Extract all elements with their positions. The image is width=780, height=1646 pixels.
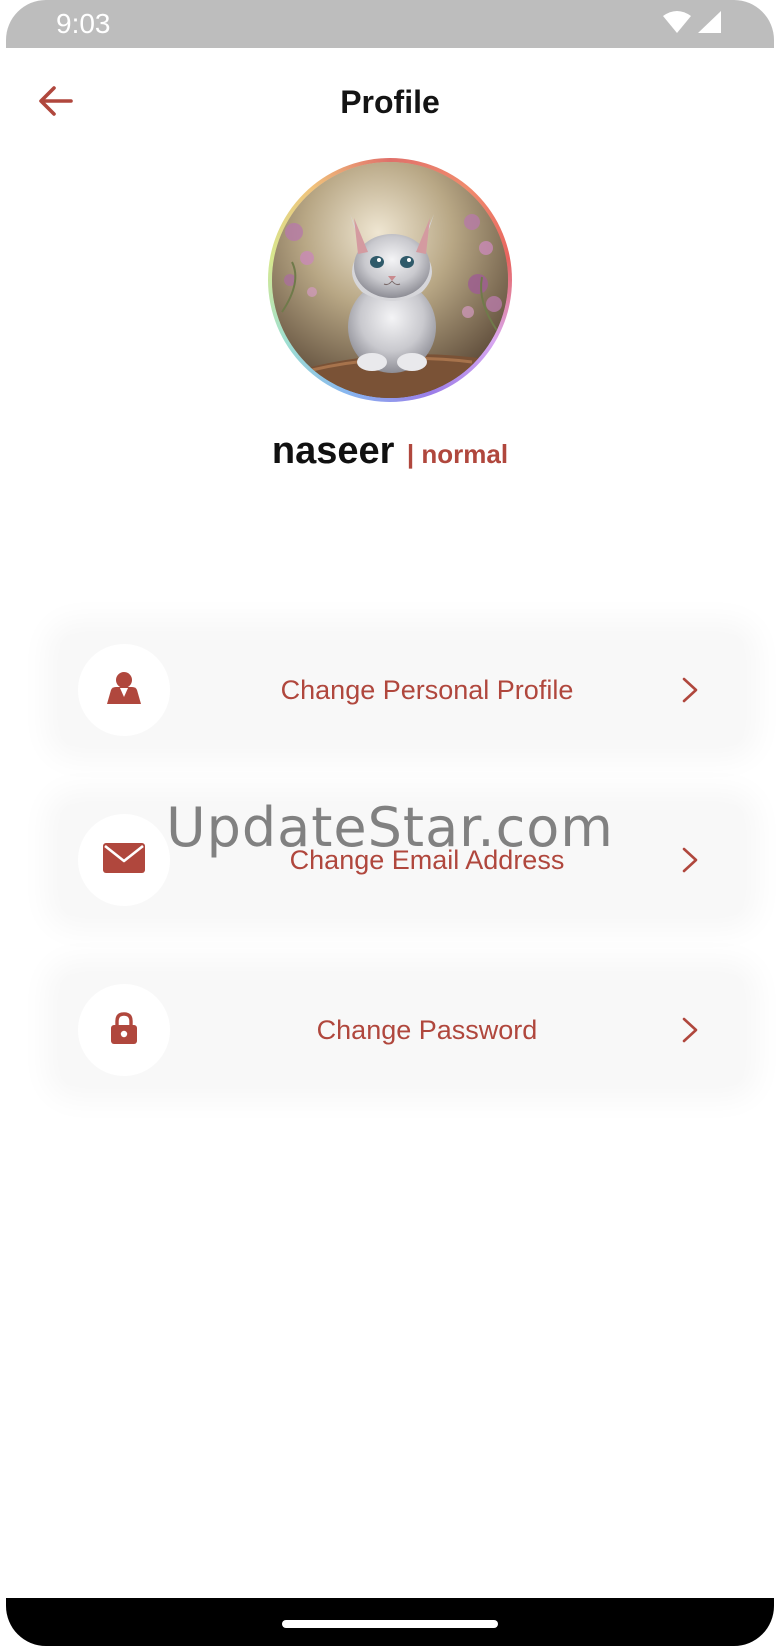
- lock-icon: [110, 1011, 138, 1050]
- profile-name-row: naseer | normal: [0, 430, 780, 473]
- chevron-right-icon: [678, 1014, 702, 1046]
- option-label: Change Password: [316, 1014, 538, 1045]
- chevron-right-icon: [678, 844, 702, 876]
- app-bar: Profile: [0, 60, 780, 146]
- kitten-illustration: [272, 162, 508, 398]
- user-role: | normal: [406, 439, 509, 469]
- page-title: Profile: [340, 84, 440, 120]
- mail-icon: [102, 842, 146, 879]
- option-icon-container: [78, 814, 170, 906]
- avatar[interactable]: [272, 162, 508, 398]
- chevron-right-icon: [678, 674, 702, 706]
- option-icon-container: [78, 644, 170, 736]
- user-name: naseer: [271, 430, 395, 472]
- wifi-icon: [662, 10, 692, 39]
- home-handle[interactable]: [282, 1620, 498, 1628]
- status-icons: [662, 10, 722, 39]
- option-label: Change Personal Profile: [280, 674, 574, 705]
- navigation-bar: [6, 1598, 774, 1646]
- option-label: Change Email Address: [289, 844, 565, 875]
- status-bar: 9:03: [6, 0, 774, 48]
- change-personal-profile-button[interactable]: Change Personal Profile: [60, 634, 744, 746]
- status-time: 9:03: [56, 8, 111, 39]
- person-icon: [104, 670, 144, 711]
- change-email-address-button[interactable]: Change Email Address: [60, 804, 744, 916]
- change-password-button[interactable]: Change Password: [60, 974, 744, 1086]
- signal-icon: [696, 10, 722, 39]
- phone-screen: 9:03 Profile naseer | normal Change Pers…: [0, 0, 780, 1646]
- option-icon-container: [78, 984, 170, 1076]
- avatar-ring: [268, 158, 512, 402]
